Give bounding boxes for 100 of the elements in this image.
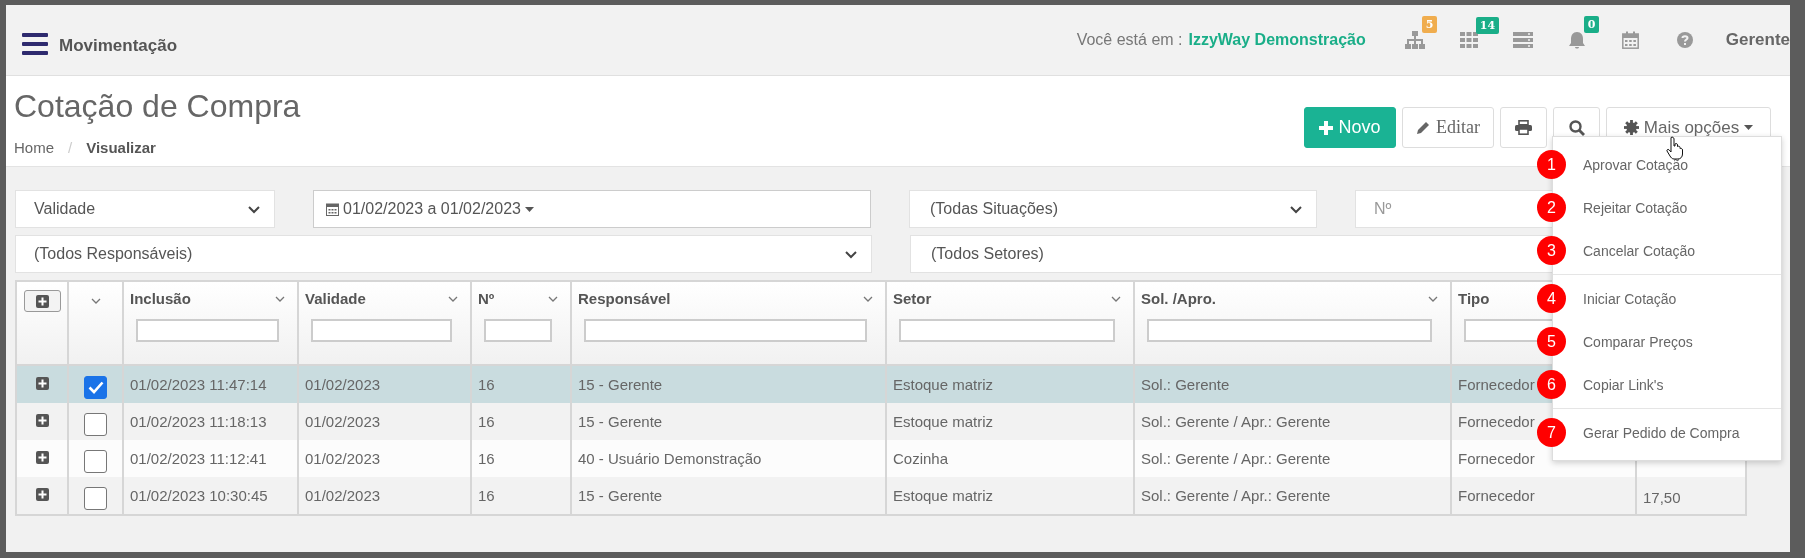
calendar-icon[interactable]	[1622, 31, 1640, 49]
menu-item[interactable]: Copiar Link's	[1583, 376, 1664, 393]
menu-item[interactable]: Rejeitar Cotação	[1583, 199, 1688, 216]
date-range-field[interactable]: 01/02/2023 a 01/02/2023	[313, 190, 871, 228]
menu-item[interactable]: Aprovar Cotação	[1583, 156, 1689, 173]
table-cell: 16	[478, 450, 495, 467]
table-cell: 01/02/2023 10:30:45	[130, 487, 268, 504]
chevron-icon	[845, 251, 857, 259]
table-cell: 01/02/2023	[305, 487, 381, 504]
column-header[interactable]: Tipo	[1458, 290, 1490, 307]
table-cell: Fornecedor	[1458, 487, 1535, 504]
expand-row-icon[interactable]	[35, 451, 49, 464]
row-checkbox[interactable]	[84, 376, 107, 399]
expand-row-icon[interactable]	[35, 488, 49, 501]
print-button[interactable]	[1500, 107, 1547, 148]
column-filter-field[interactable]	[899, 319, 1115, 342]
table-cell: 40 - Usuário Demonstração	[578, 450, 762, 467]
expand-all-button[interactable]	[23, 290, 61, 312]
column-header[interactable]: Nº	[478, 290, 495, 307]
table-cell: 01/02/2023	[305, 450, 381, 467]
plus-icon	[35, 294, 49, 308]
breadcrumb-link[interactable]: Home	[14, 139, 54, 156]
table-cell: 15 - Gerente	[578, 413, 663, 430]
table-cell: Sol.: Gerente / Apr.: Gerente	[1141, 487, 1331, 504]
plus-icon	[1319, 120, 1334, 135]
column-filter-field[interactable]	[1147, 319, 1432, 342]
column-header[interactable]: Setor	[893, 290, 932, 307]
grid-icon[interactable]	[1459, 32, 1478, 48]
sort-caret-icon[interactable]	[548, 295, 558, 302]
table-cell: 16	[478, 376, 495, 393]
menu-item[interactable]: Cancelar Cotação	[1583, 242, 1696, 259]
column-header[interactable]: Responsável	[578, 290, 671, 307]
column-header[interactable]: Validade	[305, 290, 366, 307]
column-filter-field[interactable]	[311, 319, 452, 342]
table-cell: Sol.: Gerente / Apr.: Gerente	[1141, 450, 1331, 467]
table-cell: 01/02/2023 11:12:41	[130, 450, 267, 467]
caret-icon	[1744, 125, 1754, 130]
help-icon[interactable]	[1676, 32, 1693, 48]
calendar-icon	[326, 202, 339, 216]
situation-select[interactable]: (Todas Situações)	[909, 190, 1317, 228]
table-cell: 17,50	[1643, 492, 1681, 504]
breadcrumb-link[interactable]: Visualizar	[86, 139, 156, 156]
menu-item[interactable]: Gerar Pedido de Compra	[1583, 424, 1740, 441]
sitemap-icon[interactable]	[1404, 31, 1425, 49]
column-filter-field[interactable]	[484, 319, 552, 342]
table-cell: Fornecedor	[1458, 450, 1535, 467]
edit-button[interactable]: Editar	[1402, 107, 1494, 148]
chevron-icon	[248, 206, 260, 214]
table-cell: Fornecedor	[1458, 413, 1535, 430]
caret-icon	[524, 206, 534, 212]
page-title: Cotação de Compra	[14, 88, 301, 125]
table-cell: Estoque matriz	[893, 413, 994, 430]
expand-row-icon[interactable]	[35, 377, 49, 390]
table-cell: Sol.: Gerente	[1141, 376, 1230, 393]
date-field-select[interactable]: Validade	[15, 190, 275, 228]
sort-caret-icon[interactable]	[1428, 295, 1438, 302]
check-icon	[87, 381, 104, 394]
count-badge: 5	[1421, 16, 1438, 33]
table-cell: 15 - Gerente	[578, 376, 663, 393]
menu-icon[interactable]	[22, 32, 48, 56]
sort-caret-icon[interactable]	[90, 298, 101, 304]
bell-icon[interactable]	[1567, 30, 1586, 50]
menu-item[interactable]: Iniciar Cotação	[1583, 290, 1677, 307]
column-filter-field[interactable]	[136, 319, 279, 342]
row-checkbox[interactable]	[84, 487, 107, 510]
column-header[interactable]: Inclusão	[130, 290, 191, 307]
row-checkbox[interactable]	[84, 413, 107, 436]
sort-caret-icon[interactable]	[275, 295, 285, 302]
table-cell: 01/02/2023 11:18:13	[130, 413, 267, 430]
table-cell: 01/02/2023	[305, 376, 381, 393]
table-cell: 01/02/2023 11:47:14	[130, 376, 267, 393]
table-cell: 01/02/2023	[305, 413, 381, 430]
user-name[interactable]: Gerente	[1725, 30, 1790, 50]
location-label: Você está em :	[1076, 31, 1183, 49]
print-icon	[1515, 120, 1532, 135]
step-marker: 1	[1537, 150, 1566, 179]
count-badge: 0	[1583, 15, 1600, 33]
server-icon[interactable]	[1512, 32, 1533, 48]
chevron-icon	[1290, 206, 1302, 214]
section-title: Movimentação	[59, 36, 178, 56]
menu-item[interactable]: Comparar Preços	[1583, 333, 1693, 350]
table-cell: 16	[478, 413, 495, 430]
responsible-select[interactable]: (Todos Responsáveis)	[15, 235, 872, 273]
count-badge: 14	[1475, 17, 1500, 34]
row-checkbox[interactable]	[84, 450, 107, 473]
table-cell: Fornecedor	[1458, 376, 1535, 393]
search-icon	[1568, 119, 1585, 136]
expand-row-icon[interactable]	[35, 414, 49, 427]
column-header[interactable]: Sol. /Apro.	[1141, 290, 1216, 307]
table-cell: Estoque matriz	[893, 376, 994, 393]
table-cell: 15 - Gerente	[578, 487, 663, 504]
breadcrumb-separator: /	[68, 139, 73, 156]
sort-caret-icon[interactable]	[1111, 295, 1121, 302]
sort-caret-icon[interactable]	[448, 295, 458, 302]
column-filter-field[interactable]	[584, 319, 867, 342]
table-cell: Estoque matriz	[893, 487, 994, 504]
table-cell: Cozinha	[893, 450, 949, 467]
table-cell: Sol.: Gerente / Apr.: Gerente	[1141, 413, 1331, 430]
sort-caret-icon[interactable]	[863, 295, 873, 302]
table-cell: 16	[478, 487, 495, 504]
